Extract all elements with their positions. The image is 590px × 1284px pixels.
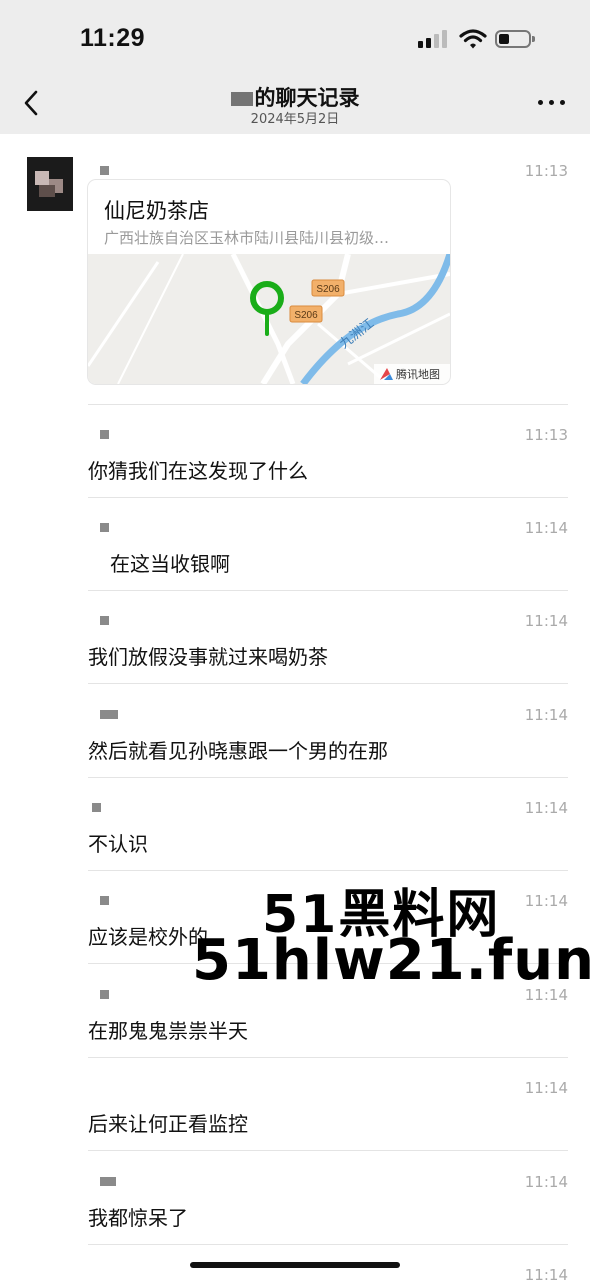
divider [88,497,568,498]
svg-text:S206: S206 [294,310,318,321]
message-text: 后来让何正看监控 [88,1112,248,1136]
more-icon[interactable] [538,100,566,106]
chat-header: 的聊天记录 2024年5月2日 [0,72,590,134]
battery-icon [495,30,535,48]
divider [88,963,568,964]
divider [88,1150,568,1151]
message-item[interactable]: 11:14 不认识 [88,799,568,863]
chat-date: 2024年5月2日 [250,112,340,127]
message-text: 不认识 [88,832,148,856]
map-preview[interactable]: S206 S206 九洲江 腾讯地图 [88,254,450,384]
message-text: 在那鬼鬼祟祟半天 [88,1019,248,1043]
svg-text:腾讯地图: 腾讯地图 [396,367,440,381]
message-item[interactable]: 11:13 你猜我们在这发现了什么 [88,426,568,490]
home-indicator[interactable] [190,1262,400,1268]
message-item[interactable]: 11:14 然后就看见孙晓惠跟一个男的在那 [88,706,568,770]
divider [88,590,568,591]
divider [88,777,568,778]
wifi-icon [459,29,487,49]
divider [88,1244,568,1245]
avatar[interactable] [27,157,73,211]
message-item[interactable]: 11:14 应该是校外的 [88,892,568,956]
divider [88,870,568,871]
message-item[interactable]: 11:14 后来让何正看监控 [88,1079,568,1143]
message-time: 11:13 [524,162,568,180]
message-text: 我都惊呆了 [88,1206,188,1230]
location-name: 仙尼奶茶店 [104,199,209,223]
signal-icon [418,30,452,48]
location-address: 广西壮族自治区玉林市陆川县陆川县初级… [104,229,390,247]
redacted-name [230,92,253,106]
divider [88,1057,568,1058]
message-text: 我们放假没事就过来喝奶茶 [88,645,328,669]
road-badge: S206 [289,305,323,323]
message-text: 你猜我们在这发现了什么 [88,459,308,483]
message-item[interactable]: 11:14 [88,1266,568,1284]
message-item[interactable]: 11:14 在这当收银啊 [88,519,568,583]
road-badge: S206 [311,279,345,297]
message-text: 应该是校外的 [88,925,208,949]
svg-text:S206: S206 [316,284,340,295]
message-item[interactable]: 11:14 我都惊呆了 [88,1173,568,1237]
message-text: 然后就看见孙晓惠跟一个男的在那 [88,739,388,763]
message-item[interactable]: 11:14 我们放假没事就过来喝奶茶 [88,612,568,676]
status-bar: 11:29 [0,0,590,72]
tencent-map-icon: 腾讯地图 [374,364,450,384]
message-text: 在这当收银啊 [110,552,230,576]
message-item[interactable]: 11:14 在那鬼鬼祟祟半天 [88,986,568,1050]
divider [88,404,568,405]
sender-name-redacted [100,166,109,175]
status-time: 11:29 [80,24,146,52]
location-card[interactable]: 仙尼奶茶店 广西壮族自治区玉林市陆川县陆川县初级… S206 S206 九洲江 … [88,180,450,384]
divider [88,683,568,684]
